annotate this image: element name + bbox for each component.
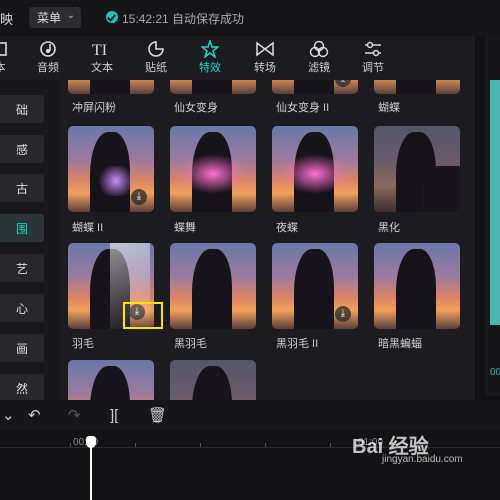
audio-icon (40, 41, 56, 57)
filter-icon (309, 40, 329, 58)
tab-label: 本 (0, 59, 24, 75)
ruler-tick (70, 443, 71, 447)
highlight-box (123, 302, 163, 329)
category-item[interactable]: 古 (0, 174, 44, 202)
effect-thumbnail[interactable]: ⤓ (272, 80, 358, 94)
redo-icon[interactable]: ↷ (68, 408, 81, 423)
check-circle-icon (106, 11, 118, 23)
tab-audio[interactable]: 音频 (24, 36, 72, 80)
tab-transitions[interactable]: 转场 (241, 36, 289, 80)
undo-icon[interactable]: ↶ (28, 408, 41, 423)
adjust-icon (365, 41, 381, 57)
tab-stickers[interactable]: 贴纸 (132, 36, 180, 80)
tab-label: 文本 (91, 62, 113, 74)
split-icon[interactable]: ][ (110, 408, 118, 423)
ruler-tick (135, 443, 136, 447)
effect-name: 黑羽毛 II (276, 338, 319, 350)
category-item[interactable]: 然 (0, 374, 44, 402)
tab-label: 特效 (199, 62, 221, 74)
text-icon: TI (92, 42, 107, 58)
tab-filters[interactable]: 滤镜 (295, 36, 343, 80)
download-icon[interactable]: ⤓ (335, 306, 351, 322)
category-item[interactable]: 画 (0, 334, 44, 362)
tab-label: 音频 (37, 62, 59, 74)
ruler-tick (265, 443, 266, 447)
svg-text:TI: TI (92, 42, 107, 58)
tab-adjust[interactable]: 调节 (349, 36, 397, 80)
effect-name: 蝶舞 (174, 222, 196, 234)
ruler-tick (330, 443, 331, 447)
chevron-down-icon: ⌄ (66, 10, 75, 21)
effect-thumbnail[interactable] (170, 80, 256, 94)
tab-effects[interactable]: 特效 (186, 36, 234, 80)
download-icon[interactable]: ⤓ (131, 189, 147, 205)
tab-label: 贴纸 (145, 62, 167, 74)
category-item-active[interactable]: 围 (0, 214, 44, 242)
effect-name: 仙女变身 II (276, 102, 330, 114)
effect-thumbnail[interactable] (170, 360, 256, 400)
tab-label: 转场 (254, 62, 276, 74)
media-icon (0, 42, 7, 56)
tab-label: 滤镜 (308, 62, 330, 74)
effect-thumbnail[interactable] (170, 126, 256, 212)
effect-thumbnail[interactable] (374, 126, 460, 212)
effect-thumbnail[interactable] (374, 80, 460, 94)
effect-name: 黑羽毛 (174, 338, 207, 350)
category-item[interactable]: 感 (0, 135, 44, 163)
menu-label: 菜单 (37, 11, 62, 25)
effect-name: 暗黑蝙蝠 (378, 338, 422, 350)
playhead-handle[interactable] (86, 436, 96, 448)
chevron-down-icon[interactable]: ⌄ (2, 408, 15, 423)
effect-thumbnail[interactable]: ⤓ (272, 243, 358, 329)
tool-tabs: 本 音频 TI 文本 贴纸 特效 转场 滤镜 调节 (0, 36, 475, 80)
watermark-url: jingyan.baidu.com (382, 454, 463, 465)
effect-name: 蝴蝶 (378, 102, 400, 114)
tab-text[interactable]: TI 文本 (78, 36, 126, 80)
download-icon[interactable]: ⤓ (335, 80, 351, 87)
effect-thumbnail[interactable] (68, 360, 154, 400)
effects-grid: ⤓ 冲屏闪粉 仙女变身 仙女变身 II 蝴蝶 ⤓ 蝴蝶 II 蝶舞 夜蝶 黑化 … (60, 80, 475, 400)
preview-time: 00 (490, 367, 500, 378)
effect-name: 黑化 (378, 222, 400, 234)
tab-label: 调节 (362, 62, 384, 74)
transition-icon (256, 41, 274, 57)
menu-button[interactable]: 菜单 ⌄ (29, 7, 81, 28)
sticker-icon (148, 41, 164, 57)
tab-media[interactable]: 本 (0, 36, 24, 80)
category-item[interactable]: 心 (0, 294, 44, 322)
effect-thumbnail[interactable] (272, 126, 358, 212)
category-item[interactable]: 艺 (0, 254, 44, 282)
effect-name: 冲屏闪粉 (72, 102, 116, 114)
effect-name: 仙女变身 (174, 102, 218, 114)
category-list: 础 感 古 围 艺 心 画 然 (0, 80, 60, 402)
trash-icon[interactable]: 🗑 (148, 408, 167, 423)
effect-name: 蝴蝶 II (72, 222, 104, 234)
effect-thumbnail[interactable] (374, 243, 460, 329)
ruler-tick (200, 443, 201, 447)
preview-image (490, 80, 500, 325)
category-item[interactable]: 础 (0, 95, 44, 123)
effect-thumbnail[interactable] (170, 243, 256, 329)
autosave-status: 15:42:21 自动保存成功 (122, 12, 245, 26)
effects-icon (201, 40, 219, 58)
effect-thumbnail[interactable]: ⤓ (68, 126, 154, 212)
app-title-fragment: 映 (0, 12, 14, 27)
effect-name: 夜蝶 (276, 222, 298, 234)
effect-name: 羽毛 (72, 338, 94, 350)
effect-thumbnail[interactable] (68, 80, 154, 94)
